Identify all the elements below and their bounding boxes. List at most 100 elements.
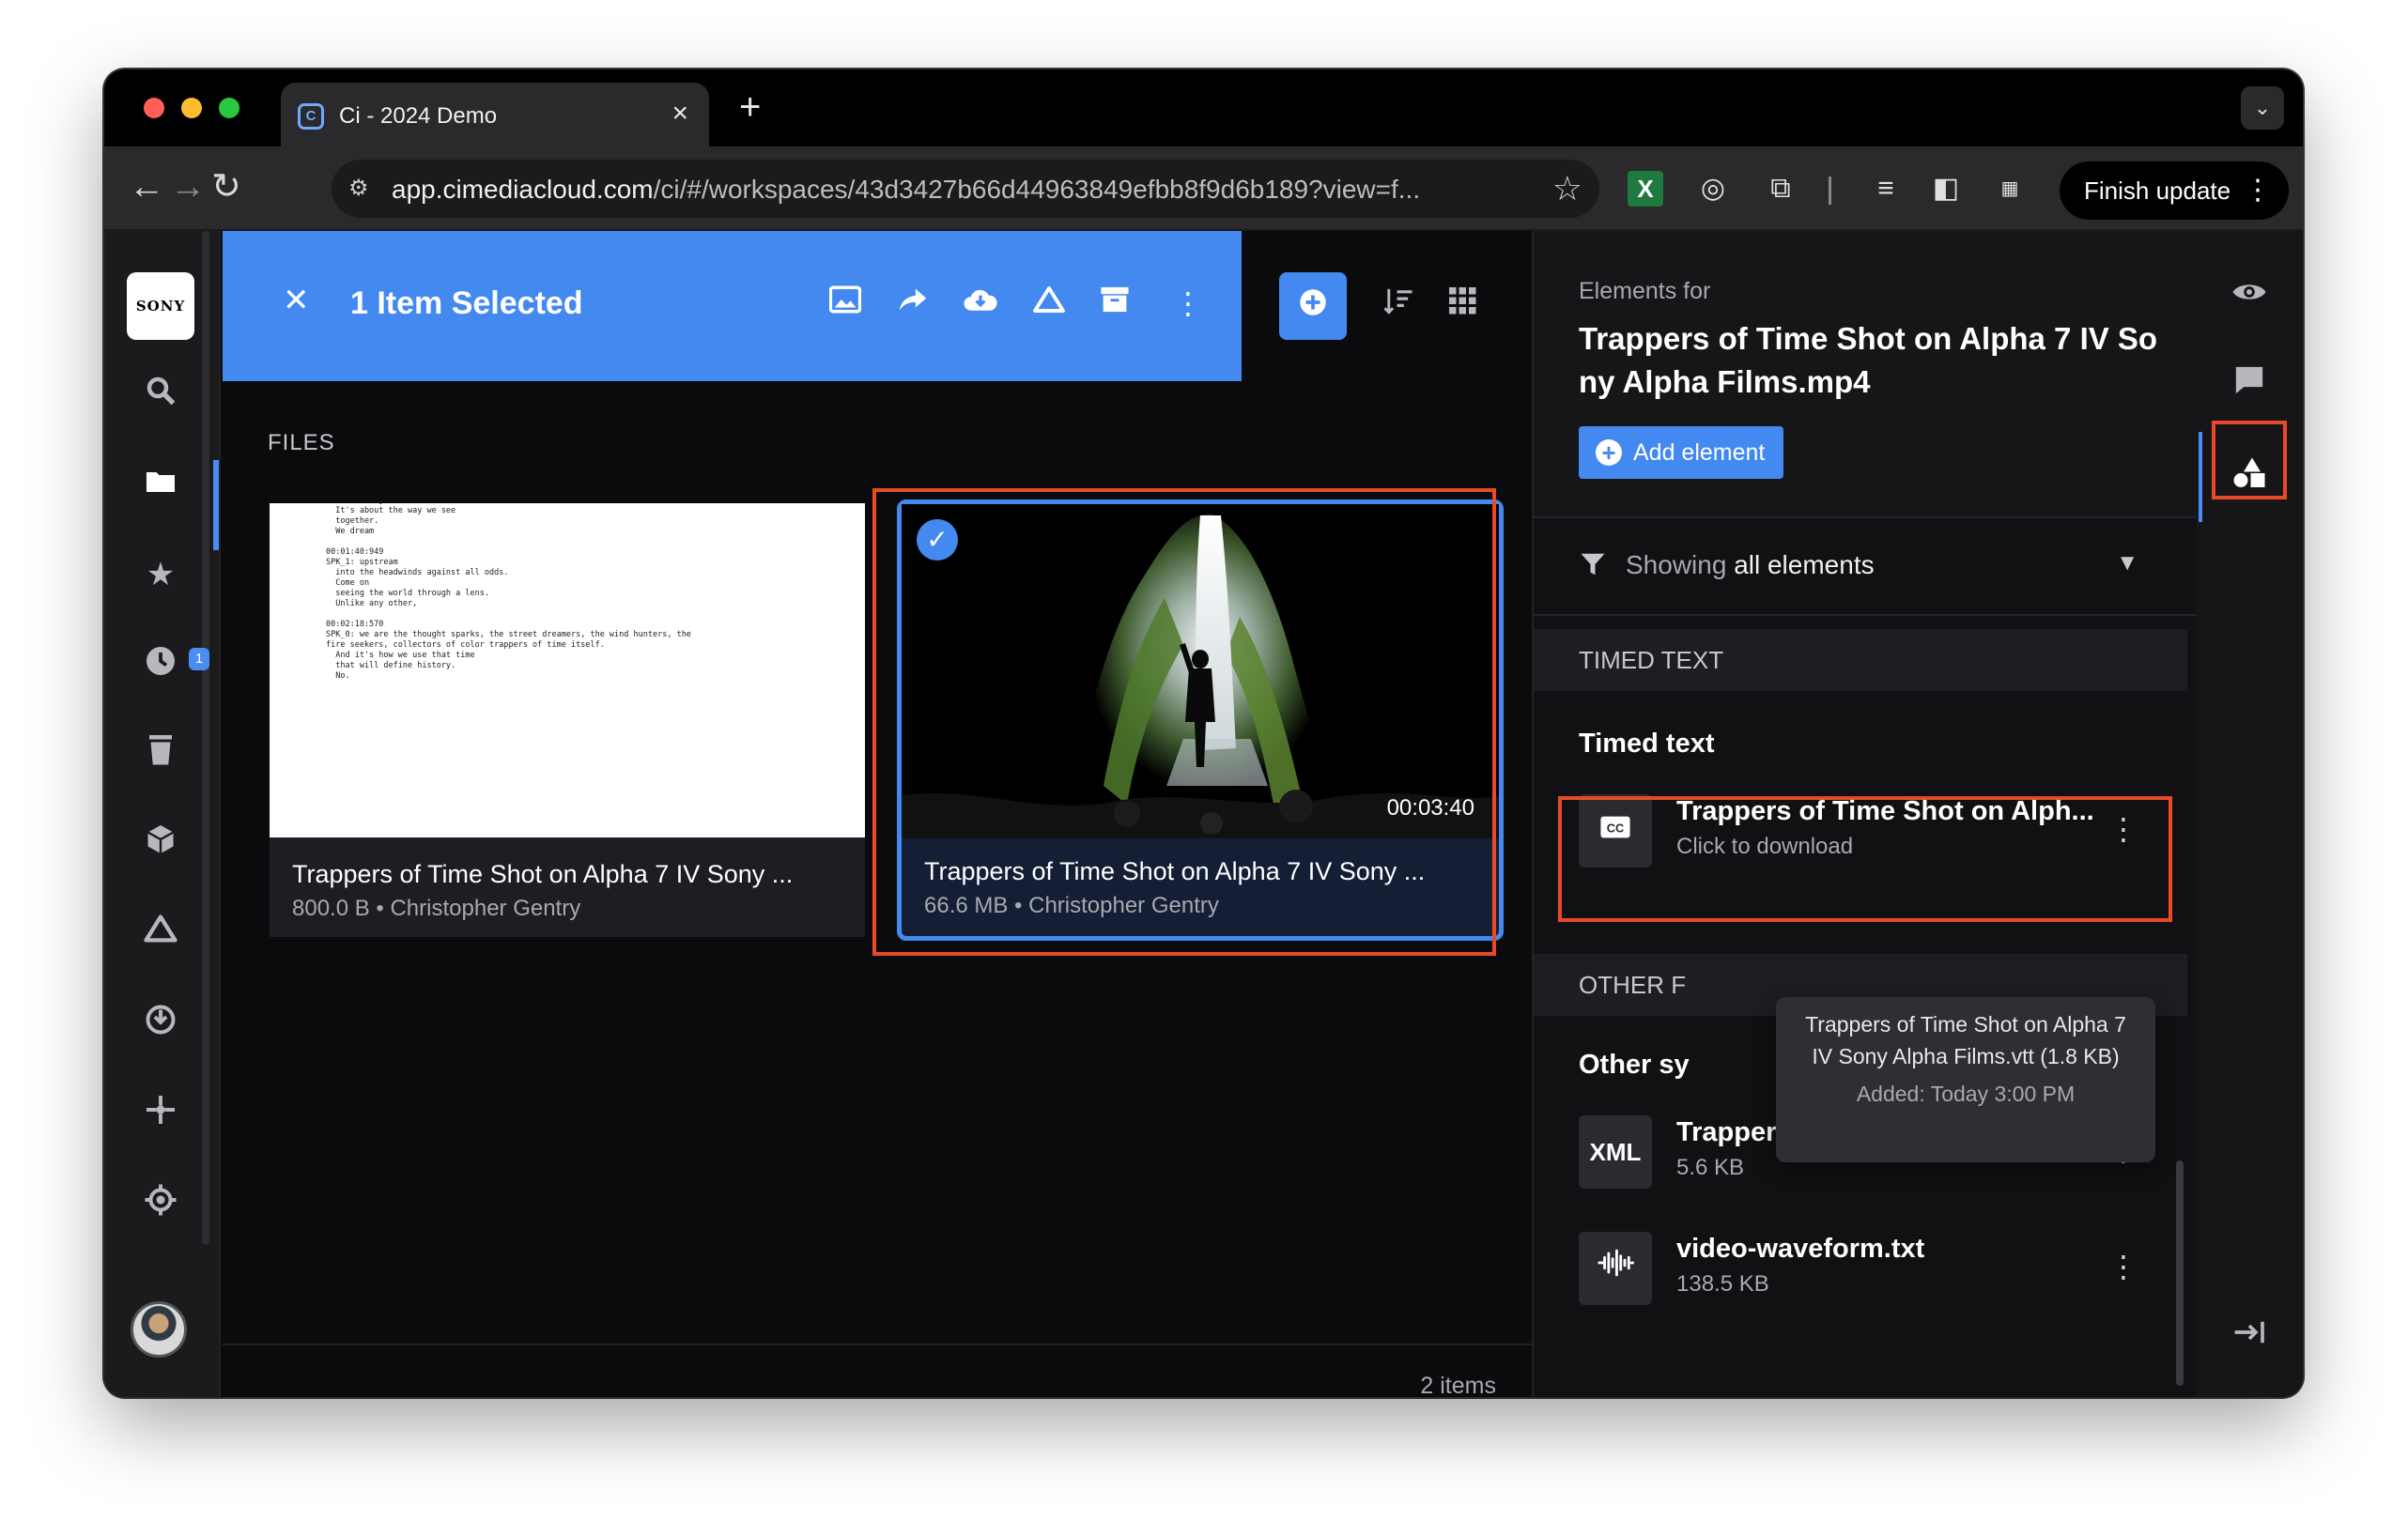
search-icon[interactable]: [140, 374, 181, 415]
image-icon[interactable]: [828, 285, 862, 321]
panel-header: Elements for Trappers of Time Shot on Al…: [1534, 231, 2197, 518]
tooltip-added: Added: Today 3:00 PM: [1856, 1082, 2076, 1106]
star-icon[interactable]: ★: [140, 554, 181, 595]
network-icon[interactable]: [140, 1093, 181, 1134]
media-control-icon[interactable]: ≡: [1868, 171, 1904, 207]
grid-view-icon[interactable]: [1449, 287, 1477, 323]
browser-tab[interactable]: C Ci - 2024 Demo ×: [281, 83, 709, 146]
filter-text: Showing all elements: [1626, 550, 1875, 579]
group-timed-text: Timed text: [1579, 729, 1715, 759]
add-content-button[interactable]: [1279, 272, 1347, 340]
excel-extension-icon[interactable]: X: [1628, 171, 1663, 207]
left-nav: SONY ★ 1: [104, 231, 221, 1397]
add-element-button[interactable]: + Add element: [1579, 426, 1783, 479]
minimize-window-button[interactable]: [181, 98, 202, 118]
tooltip-text: Trappers of Time Shot on Alpha 7 IV Sony…: [1805, 1012, 2126, 1068]
add-element-label: Add element: [1633, 439, 1766, 466]
trash-icon[interactable]: [140, 732, 181, 774]
app-area: SONY ★ 1 ✕ 1 Item Selected ⋮ FILES It's …: [104, 231, 2303, 1397]
main-content: ✕ 1 Item Selected ⋮ FILES It's about the…: [223, 231, 1532, 1397]
thumbnail-text: It's not just about what we see. It's ab…: [326, 503, 691, 681]
more-vert-icon[interactable]: ⋮: [1173, 285, 1203, 321]
more-vert-icon[interactable]: ⋮: [2108, 811, 2138, 847]
files-section-label: FILES: [268, 430, 335, 455]
more-vert-icon[interactable]: ⋮: [2244, 161, 2272, 220]
panel-heading: Elements for: [1579, 278, 1711, 304]
shapes-icon[interactable]: [2229, 456, 2270, 498]
panel-scrollbar[interactable]: [2176, 1160, 2184, 1386]
back-icon[interactable]: ←: [129, 167, 164, 207]
user-avatar[interactable]: [131, 1301, 187, 1358]
clock-icon[interactable]: [140, 644, 181, 685]
url-text[interactable]: app.cimediacloud.com/ci/#/workspaces/43d…: [392, 175, 1420, 205]
browser-window: C Ci - 2024 Demo × + ⌄ ← → ↻ ⚙ app.cimed…: [104, 69, 2303, 1397]
element-row-waveform[interactable]: video-waveform.txt 138.5 KB ⋮: [1579, 1228, 2152, 1307]
nav-active-indicator: [213, 460, 219, 550]
new-tab-button[interactable]: +: [739, 86, 761, 129]
settings-icon[interactable]: [140, 1183, 181, 1224]
element-name: video-waveform.txt: [1676, 1234, 1925, 1264]
site-settings-icon[interactable]: ⚙: [348, 175, 377, 203]
element-subtitle: Click to download: [1676, 834, 1854, 859]
puzzle-extension-icon[interactable]: ⧉: [1763, 171, 1798, 207]
cloud-download-icon[interactable]: [963, 285, 998, 321]
download-icon[interactable]: [140, 1003, 181, 1044]
file-title: Trappers of Time Shot on Alpha 7 IV Sony…: [924, 857, 1426, 885]
video-thumbnail[interactable]: 00:03:40: [902, 504, 1499, 838]
file-thumbnail[interactable]: It's not just about what we see. It's ab…: [270, 503, 865, 837]
share-icon[interactable]: [897, 285, 929, 321]
reload-icon[interactable]: ↻: [211, 167, 241, 207]
file-card-transcript[interactable]: It's not just about what we see. It's ab…: [270, 503, 865, 937]
dropdown-caret-icon[interactable]: ▼: [2116, 550, 2138, 576]
file-title: Trappers of Time Shot on Alpha 7 IV Sony…: [292, 860, 794, 888]
video-duration: 00:03:40: [1386, 795, 1474, 821]
finish-update-label: Finish update: [2084, 177, 2231, 205]
waveform-icon: [1579, 1232, 1652, 1305]
rail-active-indicator: [2199, 432, 2202, 522]
filter-icon: [1579, 550, 1607, 586]
collapse-panel-icon[interactable]: [2229, 1314, 2270, 1356]
cloud-upload-icon[interactable]: [1032, 285, 1066, 321]
finish-update-button[interactable]: Finish update ⋮: [2060, 161, 2289, 220]
eye-icon[interactable]: [2229, 274, 2270, 315]
elements-panel: Elements for Trappers of Time Shot on Al…: [1532, 231, 2197, 1397]
file-card-video[interactable]: 00:03:40 ✓ Trappers of Time Shot on Alph…: [897, 499, 1504, 941]
file-tooltip: Trappers of Time Shot on Alpha 7 IV Sony…: [1776, 997, 2155, 1162]
clear-selection-icon[interactable]: ✕: [283, 282, 310, 319]
folder-icon[interactable]: [140, 464, 181, 505]
tab-strip: C Ci - 2024 Demo × + ⌄: [104, 69, 2303, 146]
element-subtitle: 138.5 KB: [1676, 1271, 1769, 1297]
recent-badge: 1: [189, 648, 209, 670]
svg-text:CC: CC: [1607, 822, 1624, 836]
sony-logo[interactable]: SONY: [127, 272, 194, 340]
more-vert-icon[interactable]: ⋮: [2108, 1249, 2138, 1284]
selection-title: 1 Item Selected: [350, 285, 583, 321]
close-window-button[interactable]: [144, 98, 164, 118]
element-name: Trappers of Time Shot on Alph...: [1676, 796, 2094, 826]
tab-search-button[interactable]: ⌄: [2241, 86, 2284, 130]
cloud-icon[interactable]: [140, 913, 181, 954]
toolbar-divider: [1829, 177, 1831, 205]
grammar-extension-icon[interactable]: ◎: [1695, 171, 1731, 207]
selection-bar: ✕ 1 Item Selected ⋮: [223, 231, 1242, 381]
sidepanel-icon[interactable]: ◧: [1928, 171, 1964, 207]
element-row-vtt[interactable]: CC Trappers of Time Shot on Alph... Clic…: [1579, 791, 2152, 869]
package-icon[interactable]: [140, 822, 181, 864]
tab-close-icon[interactable]: ×: [671, 98, 688, 130]
archive-icon[interactable]: [1100, 285, 1130, 321]
address-bar[interactable]: ⚙ app.cimediacloud.com/ci/#/workspaces/4…: [332, 160, 1599, 218]
element-filter[interactable]: Showing all elements ▼: [1534, 518, 2197, 616]
xml-file-icon: XML: [1579, 1115, 1652, 1189]
right-rail: [2197, 231, 2303, 1397]
maximize-window-button[interactable]: [219, 98, 239, 118]
bookmark-star-icon[interactable]: ☆: [1552, 169, 1582, 208]
sony-extension-icon[interactable]: ▦: [1992, 171, 2028, 207]
element-subtitle: 5.6 KB: [1676, 1155, 1745, 1180]
left-nav-scrollbar[interactable]: [202, 231, 209, 1245]
sort-icon[interactable]: [1383, 287, 1413, 323]
selected-check-icon[interactable]: ✓: [917, 519, 958, 561]
comment-icon[interactable]: [2229, 364, 2270, 406]
section-timed-text: TIMED TEXT: [1534, 629, 2187, 691]
forward-icon[interactable]: →: [170, 167, 206, 207]
browser-toolbar: ← → ↻ ⚙ app.cimediacloud.com/ci/#/worksp…: [104, 146, 2303, 231]
